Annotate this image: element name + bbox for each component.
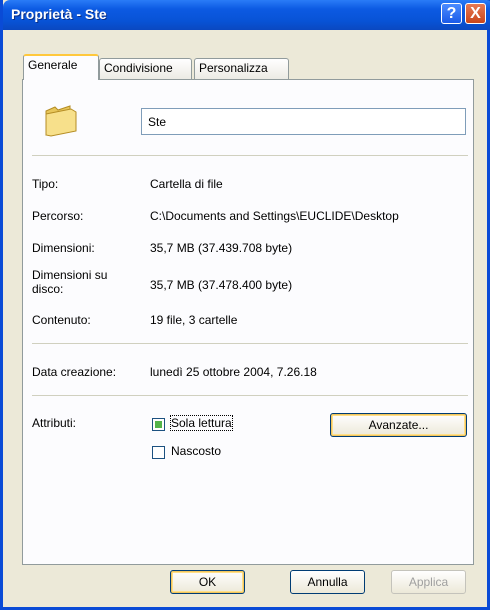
- readonly-label[interactable]: Sola lettura: [170, 415, 233, 431]
- hidden-label[interactable]: Nascosto: [171, 444, 221, 458]
- readonly-checkbox[interactable]: [152, 418, 165, 431]
- divider: [32, 343, 468, 344]
- location-label: Percorso:: [32, 209, 84, 223]
- created-value: lunedì 25 ottobre 2004, 7.26.18: [150, 365, 317, 379]
- created-label: Data creazione:: [32, 365, 117, 379]
- attributes-label: Attributi:: [32, 416, 77, 430]
- hidden-checkbox[interactable]: [152, 446, 165, 459]
- properties-dialog: Proprietà - Ste ? X Generale Condivision…: [0, 0, 490, 610]
- close-icon[interactable]: X: [465, 3, 486, 24]
- tab-generale[interactable]: Generale: [23, 54, 99, 80]
- type-value: Cartella di file: [150, 177, 223, 191]
- advanced-button[interactable]: Avanzate...: [330, 413, 467, 437]
- help-icon[interactable]: ?: [441, 3, 462, 24]
- contents-label: Contenuto:: [32, 313, 91, 327]
- tab-condivisione[interactable]: Condivisione: [99, 58, 192, 79]
- tab-personalizza[interactable]: Personalizza: [194, 58, 289, 79]
- divider: [32, 395, 468, 396]
- size-on-disk-label: Dimensioni su disco:: [32, 268, 108, 296]
- contents-value: 19 file, 3 cartelle: [150, 313, 238, 327]
- window-title: Proprietà - Ste: [11, 6, 107, 22]
- folder-name-input[interactable]: [141, 108, 466, 135]
- cancel-button[interactable]: Annulla: [290, 570, 365, 594]
- type-label: Tipo:: [32, 177, 59, 191]
- ok-button[interactable]: OK: [170, 570, 245, 594]
- divider: [32, 155, 468, 156]
- size-on-disk-value: 35,7 MB (37.478.400 byte): [150, 278, 293, 292]
- size-value: 35,7 MB (37.439.708 byte): [150, 241, 293, 255]
- folder-icon: [45, 105, 77, 137]
- title-bar[interactable]: Proprietà - Ste ? X: [3, 0, 490, 30]
- apply-button[interactable]: Applica: [391, 570, 466, 594]
- location-value: C:\Documents and Settings\EUCLIDE\Deskto…: [150, 209, 399, 223]
- size-label: Dimensioni:: [32, 241, 95, 255]
